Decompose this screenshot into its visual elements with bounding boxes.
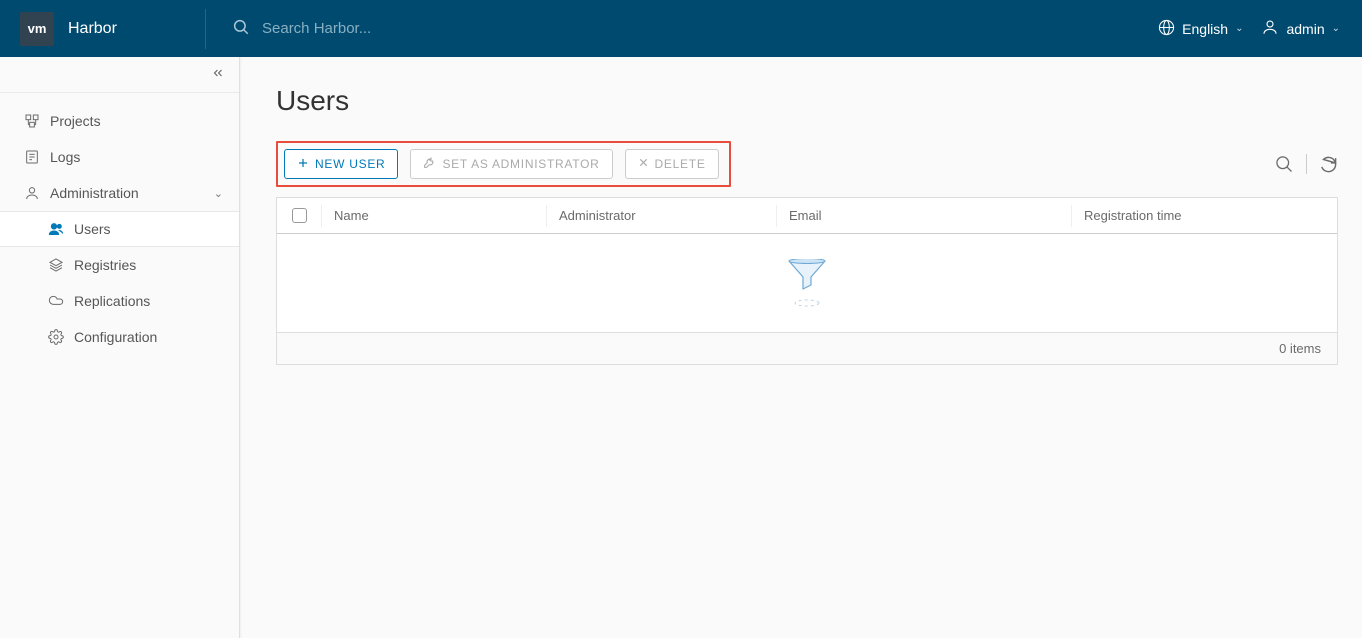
- items-count: 0 items: [1279, 341, 1321, 356]
- language-label: English: [1182, 21, 1228, 37]
- chevron-down-icon: ⌄: [1235, 23, 1243, 34]
- logo-icon: vm: [20, 12, 54, 46]
- search-toggle-button[interactable]: [1274, 154, 1294, 174]
- globe-icon: [1158, 19, 1175, 39]
- administration-icon: [24, 185, 40, 201]
- plus-icon: [297, 157, 309, 172]
- empty-state-icon: [787, 259, 827, 307]
- logo-section: vm Harbor: [0, 12, 205, 46]
- sidebar-item-label: Registries: [74, 257, 136, 273]
- table-footer: 0 items: [277, 332, 1337, 364]
- search-input[interactable]: [262, 20, 662, 37]
- header-divider: [205, 9, 206, 49]
- select-all-checkbox[interactable]: [292, 208, 307, 223]
- sidebar-item-label: Administration: [50, 185, 139, 201]
- sidebar-item-administration[interactable]: Administration ⌄: [0, 175, 239, 211]
- nav-group: Projects Logs: [0, 93, 239, 355]
- button-label: NEW USER: [315, 157, 385, 171]
- user-icon: [1261, 18, 1279, 39]
- logs-icon: [24, 149, 40, 165]
- sidebar-item-label: Replications: [74, 293, 150, 309]
- new-user-button[interactable]: NEW USER: [284, 149, 398, 179]
- table-header-row: Name Administrator Email Registration ti…: [277, 198, 1337, 234]
- users-icon: [48, 221, 64, 237]
- user-menu[interactable]: admin ⌄: [1261, 18, 1340, 39]
- header-right: English ⌄ admin ⌄: [1158, 18, 1362, 39]
- column-header-registration-time[interactable]: Registration time: [1071, 205, 1337, 227]
- sidebar-item-label: Logs: [50, 149, 80, 165]
- sidebar-item-logs[interactable]: Logs: [0, 139, 239, 175]
- sidebar-item-label: Configuration: [74, 329, 157, 345]
- column-header-name[interactable]: Name: [321, 205, 546, 227]
- sidebar-item-projects[interactable]: Projects: [0, 103, 239, 139]
- projects-icon: [24, 113, 40, 129]
- main-container: Projects Logs: [0, 57, 1362, 638]
- page-title: Users: [276, 85, 1338, 117]
- column-header-email[interactable]: Email: [776, 205, 1071, 227]
- toolbar-divider: [1306, 154, 1307, 174]
- delete-button[interactable]: DELETE: [625, 149, 719, 179]
- select-all-column: [277, 205, 321, 227]
- language-selector[interactable]: English ⌄: [1158, 19, 1243, 39]
- app-header: vm Harbor English ⌄: [0, 0, 1362, 57]
- registries-icon: [48, 257, 64, 273]
- set-admin-button[interactable]: SET AS ADMINISTRATOR: [410, 149, 612, 179]
- close-icon: [638, 157, 649, 171]
- sidebar-item-configuration[interactable]: Configuration: [0, 319, 239, 355]
- search-section: [218, 18, 1158, 39]
- configuration-icon: [48, 329, 64, 345]
- user-label: admin: [1286, 21, 1324, 37]
- primary-action-group: NEW USER SET AS ADMINISTRATOR: [276, 141, 731, 187]
- search-icon: [232, 18, 250, 39]
- sidebar-collapse-row: [0, 57, 239, 93]
- toolbar: NEW USER SET AS ADMINISTRATOR: [276, 141, 1338, 187]
- column-header-administrator[interactable]: Administrator: [546, 205, 776, 227]
- chevron-down-icon: ⌄: [1332, 23, 1340, 34]
- table-body: [277, 234, 1337, 332]
- app-title: Harbor: [68, 20, 117, 38]
- wrench-icon: [423, 156, 436, 172]
- sidebar-item-replications[interactable]: Replications: [0, 283, 239, 319]
- content-area: Users NEW USER: [240, 57, 1362, 638]
- sidebar: Projects Logs: [0, 57, 240, 638]
- toolbar-right: [1274, 154, 1338, 174]
- sidebar-item-registries[interactable]: Registries: [0, 247, 239, 283]
- users-table: Name Administrator Email Registration ti…: [276, 197, 1338, 365]
- chevron-down-icon: ⌄: [214, 187, 223, 200]
- sidebar-item-users[interactable]: Users: [0, 211, 239, 247]
- sidebar-item-label: Users: [74, 221, 111, 237]
- button-label: SET AS ADMINISTRATOR: [442, 157, 599, 171]
- button-label: DELETE: [655, 157, 706, 171]
- sidebar-item-label: Projects: [50, 113, 101, 129]
- replications-icon: [48, 293, 64, 309]
- sidebar-collapse-button[interactable]: [211, 66, 225, 83]
- refresh-button[interactable]: [1319, 155, 1338, 174]
